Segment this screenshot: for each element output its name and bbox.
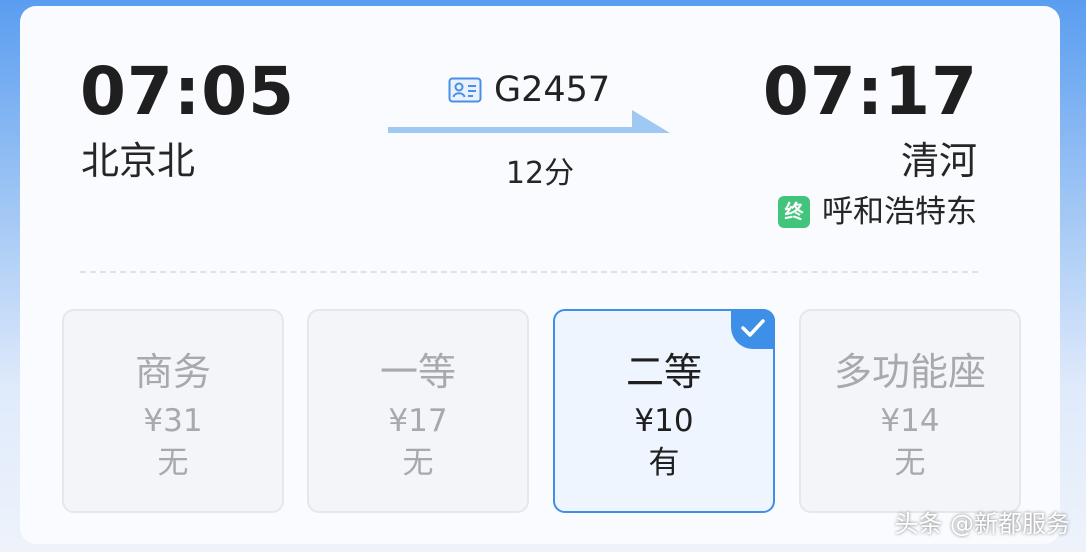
watermark: 头条 @新都服务 [894, 510, 1070, 538]
seat-availability: 有 [648, 445, 680, 481]
travel-duration: 12分 [505, 156, 575, 191]
seat-availability: 无 [157, 445, 189, 481]
train-number: G2457 [494, 70, 611, 110]
seat-name: 多功能座 [833, 350, 986, 394]
dashed-divider [80, 271, 978, 273]
seat-price: ¥10 [634, 403, 694, 439]
arrival-time: 07:17 [762, 53, 978, 130]
seat-price: ¥14 [880, 403, 940, 439]
seat-option-second-class[interactable]: 二等 ¥10 有 [553, 309, 775, 513]
seat-name: 二等 [625, 350, 702, 394]
terminal-station-row: 终 呼和浩特东 [778, 192, 977, 232]
seat-price: ¥31 [143, 403, 203, 439]
seat-option-multifunction[interactable]: 多功能座 ¥14 无 [799, 309, 1021, 513]
seat-availability: 无 [402, 445, 434, 481]
seat-price: ¥17 [388, 403, 448, 439]
seat-availability: 无 [894, 445, 926, 481]
route-arrow-icon [388, 110, 670, 133]
seat-name: 商务 [134, 350, 211, 394]
departure-station: 北京北 [81, 139, 196, 183]
train-ticket-icon [448, 77, 482, 103]
train-info[interactable]: G2457 [448, 70, 610, 110]
seat-option-business[interactable]: 商务 ¥31 无 [62, 309, 284, 513]
seat-name: 一等 [379, 350, 456, 394]
check-icon [731, 309, 775, 349]
arrival-station: 清河 [900, 139, 977, 183]
terminal-badge: 终 [778, 196, 810, 228]
terminal-station: 呼和浩特东 [822, 194, 977, 230]
seat-option-first-class[interactable]: 一等 ¥17 无 [307, 309, 529, 513]
departure-time: 07:05 [80, 53, 296, 130]
train-card: 07:05 北京北 G2457 12分 07:17 清河 终 呼和浩特东 商务 … [20, 6, 1060, 544]
